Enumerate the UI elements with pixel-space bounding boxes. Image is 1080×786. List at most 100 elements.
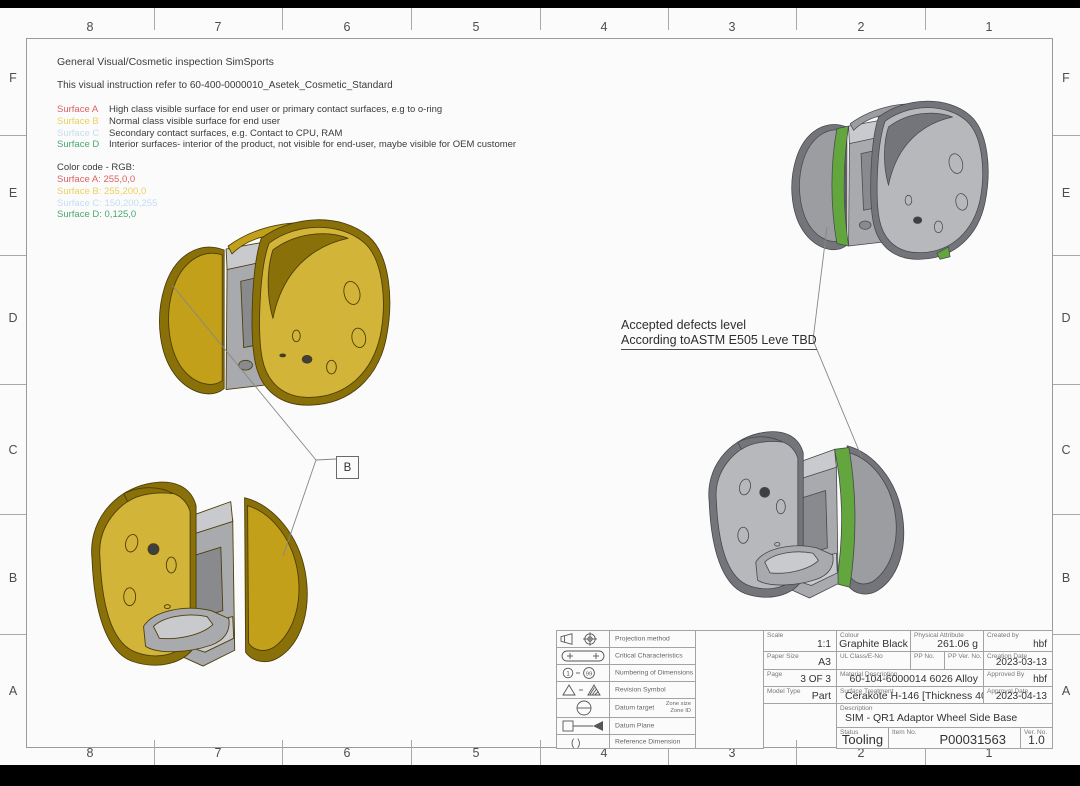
grid-tick [540,8,541,30]
model-view-top-left-yellow [148,211,392,411]
numbering-of-dimensions-icon: 1 99 [559,666,609,681]
revision-label-cell: Revision Symbol [609,681,696,699]
critical-characteristics-icon [559,649,609,664]
datum-plane-label: Datum Plane [615,723,654,730]
projection-method-icon [559,632,609,647]
numbering-label-cell: Numbering of Dimensions [609,664,696,682]
model-type-value: Part [812,690,831,702]
reference-dimension-label: Reference Dimension [615,738,680,745]
model-view-bottom-left-yellow [84,460,322,673]
grid-col-label: 2 [858,20,865,34]
surface-a-label: Surface A [57,104,109,116]
datum-target-symbol-cell [556,698,610,718]
datum-plane-icon [559,719,609,734]
grid-row-label: D [1061,311,1070,325]
scale-cell: Scale 1:1 [763,630,837,652]
grid-tick [0,634,26,635]
ul-class-cell: UL Class/E-No [836,651,911,670]
projection-label-cell: Projection method [609,630,696,648]
surface-d-label: Surface D [57,139,109,151]
grid-row-label: E [1062,186,1070,200]
title-block-empty-cell [695,630,764,749]
grid-col-label: 6 [344,746,351,760]
revision-symbol-cell [556,681,610,699]
accepted-defects-note: Accepted defects level According toASTM … [621,318,817,350]
scale-value: 1:1 [817,639,831,650]
grid-tick [154,8,155,30]
datum-target-label-cell: Datum target Zone size Zone ID [609,698,696,718]
datum-target-label: Datum target [615,705,654,712]
datum-plane-symbol-cell [556,717,610,735]
grid-tick [540,740,541,765]
page-cell: Page 3 OF 3 [763,669,837,687]
approval-date-cell: Approval Date 2023-04-13 [983,686,1053,704]
note-reference: This visual instruction refer to 60-400-… [57,80,516,91]
ver-no-cell: Ver. No. 1.0 [1020,727,1053,749]
grid-col-label: 5 [473,746,480,760]
defects-line1: Accepted defects level [621,318,817,333]
model-type-cell: Model Type Part [763,686,837,704]
approval-date-value: 2023-04-13 [996,691,1047,702]
grid-tick [282,8,283,30]
grid-row-label: C [8,443,17,457]
creation-date-value: 2023-03-13 [996,657,1047,668]
bottom-letterbox-bar [0,765,1080,786]
drawing-screenshot: 8 7 6 5 4 3 2 1 8 7 6 5 4 3 2 1 F E D C … [0,0,1080,786]
numbering-symbol-cell: 1 99 [556,664,610,682]
surface-class-row: Surface BNormal class visible surface fo… [57,116,516,128]
projection-method-label: Projection method [615,636,670,643]
reference-dimension-icon: ( ) [559,735,609,748]
material-cell: Material Description 60-104-6000014 6026… [836,669,984,687]
grid-col-label: 1 [986,20,993,34]
numbering-of-dimensions-label: Numbering of Dimensions [615,670,693,677]
datum-plane-label-cell: Datum Plane [609,717,696,735]
grid-col-label: 4 [601,20,608,34]
grid-tick [1053,634,1080,635]
revision-symbol-icon [559,683,609,698]
grid-tick [1053,514,1080,515]
projection-symbol-cell [556,630,610,648]
creation-date-cell: Creation Date 2023-03-13 [983,651,1053,670]
grid-tick [1053,135,1080,136]
grid-col-label: 7 [215,746,222,760]
status-value: Tooling [842,732,883,747]
grid-row-label: B [1062,571,1070,585]
defects-line2: According toASTM E505 Leve TBD [621,333,817,350]
drawing-sheet: 8 7 6 5 4 3 2 1 8 7 6 5 4 3 2 1 F E D C … [0,8,1080,765]
critical-label-cell: Critical Characteristics [609,647,696,665]
grid-col-label: 5 [473,20,480,34]
grid-tick [668,8,669,30]
color-code-title: Color code - RGB: [57,162,516,174]
grid-tick [0,135,26,136]
detail-callout-label: B [344,462,352,474]
grid-tick [154,740,155,765]
svg-text:( ): ( ) [571,738,580,749]
grid-tick [925,8,926,30]
surface-c-desc: Secondary contact surfaces, e.g. Contact… [109,128,342,139]
note-title: General Visual/Cosmetic inspection SimSp… [57,56,516,68]
physical-attribute-cell: Physical Attribute 261.06 g [910,630,984,652]
title-block: Projection method Critical Characteristi… [556,630,1053,749]
surface-b-desc: Normal class visible surface for end use… [109,116,280,127]
grid-row-label: C [1061,443,1070,457]
grid-tick [411,740,412,765]
page-value: 3 OF 3 [800,674,831,685]
reference-label-cell: Reference Dimension [609,734,696,749]
material-value: 60-104-6000014 6026 Alloy [850,673,978,685]
top-letterbox-bar [0,0,1080,8]
pp-ver-cell: PP Ver. No. [944,651,984,670]
surface-a-desc: High class visible surface for end user … [109,104,442,115]
pp-no-cell: PP No. [910,651,945,670]
paper-size-value: A3 [818,656,831,668]
surface-d-desc: Interior surfaces- interior of the produ… [109,139,516,150]
grid-tick [0,255,26,256]
model-view-top-right-gray [782,81,990,277]
grid-col-label: 7 [215,20,222,34]
ver-no-value: 1.0 [1028,733,1045,747]
surface-c-label: Surface C [57,128,109,140]
item-no-value: P00031563 [939,732,1006,747]
grid-row-label: E [9,186,17,200]
grid-tick [1053,384,1080,385]
svg-text:99: 99 [586,671,592,677]
grid-col-label: 8 [87,20,94,34]
